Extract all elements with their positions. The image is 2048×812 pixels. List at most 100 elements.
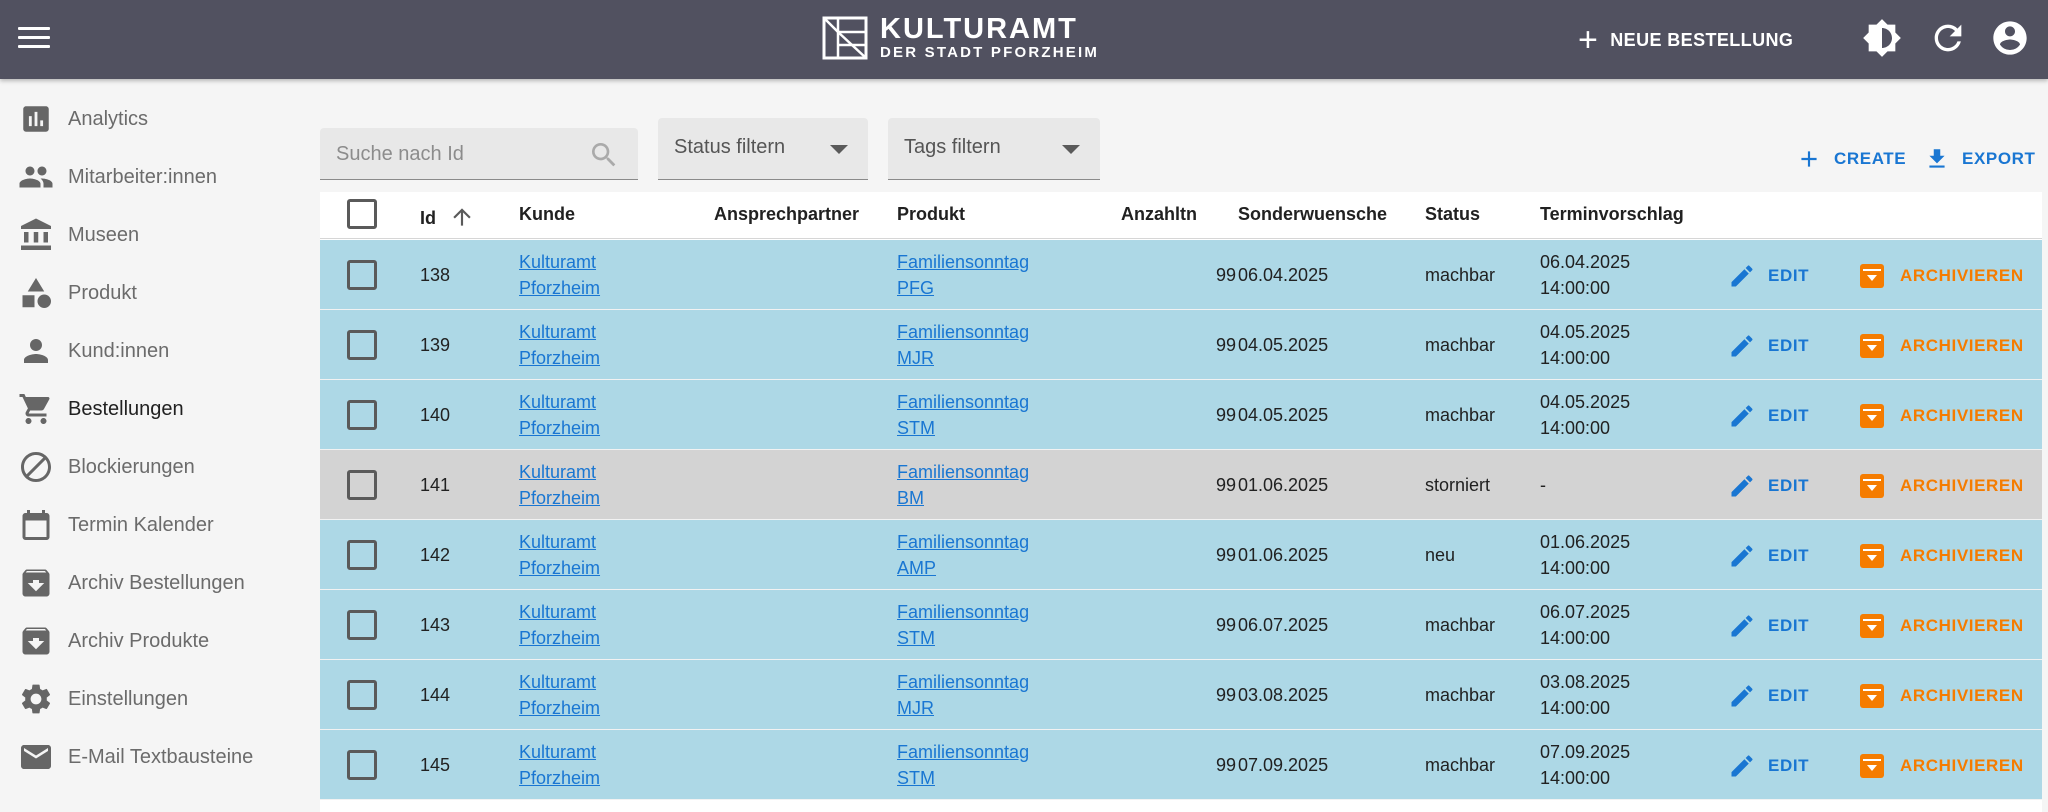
- column-header-kunde[interactable]: Kunde: [519, 204, 575, 225]
- sidebar-item-analytics[interactable]: Analytics: [0, 90, 318, 148]
- termin-cell: 03.08.2025 14:00:00: [1540, 672, 1631, 718]
- archive-label: ARCHIVIEREN: [1900, 546, 2024, 565]
- sidebar-item-kundinnen[interactable]: Kund:innen: [0, 322, 318, 380]
- row-checkbox[interactable]: [347, 540, 377, 570]
- anzahl-cell: 99: [1215, 475, 1236, 495]
- edit-button[interactable]: EDIT: [1728, 401, 1809, 431]
- sidebar-item-einstellungen[interactable]: Einstellungen: [0, 670, 318, 728]
- pencil-icon: [1731, 475, 1753, 497]
- account-icon[interactable]: [1990, 18, 2030, 58]
- column-header-sonderwuensche[interactable]: Sonderwuensche: [1238, 204, 1387, 225]
- edit-label: EDIT: [1768, 686, 1810, 705]
- column-header-terminvorschlag[interactable]: Terminvorschlag: [1540, 204, 1684, 225]
- search-icon[interactable]: [588, 139, 620, 176]
- export-label: EXPORT: [1962, 149, 2036, 168]
- row-checkbox[interactable]: [347, 680, 377, 710]
- column-header-id[interactable]: Id: [420, 204, 475, 230]
- kulturamt-logo-icon: [822, 16, 868, 60]
- sidebar-item-email-textbausteine[interactable]: E-Mail Textbausteine: [0, 728, 318, 786]
- sidebar-item-museen[interactable]: Museen: [0, 206, 318, 264]
- sonderwuensche-cell: 07.09.2025: [1238, 755, 1329, 775]
- archive-button[interactable]: ARCHIVIEREN: [1860, 751, 2024, 781]
- row-checkbox[interactable]: [347, 400, 377, 430]
- produkt-link[interactable]: Familiensonntag MJR: [897, 669, 1029, 721]
- search-input[interactable]: [336, 140, 576, 168]
- table-row: 142 Kulturamt Pforzheim Familiensonntag AM…: [320, 520, 2042, 590]
- status-cell: machbar: [1425, 265, 1496, 285]
- row-checkbox[interactable]: [347, 260, 377, 290]
- kunde-link[interactable]: Kulturamt Pforzheim: [519, 459, 600, 511]
- tags-filter-select[interactable]: Tags filtern: [888, 118, 1100, 180]
- kunde-link[interactable]: Kulturamt Pforzheim: [519, 599, 600, 651]
- produkt-link[interactable]: Familiensonntag PFG: [897, 249, 1029, 301]
- sonderwuensche-cell: 01.06.2025: [1238, 475, 1329, 495]
- brightness-icon[interactable]: [1862, 18, 1902, 58]
- status-filter-select[interactable]: Status filtern: [658, 118, 868, 180]
- block-icon: [18, 449, 54, 485]
- sidebar-item-mitarbeiter[interactable]: Mitarbeiter:innen: [0, 148, 318, 206]
- edit-button[interactable]: EDIT: [1728, 541, 1809, 571]
- anzahl-cell: 99: [1215, 755, 1236, 775]
- kunde-link[interactable]: Kulturamt Pforzheim: [519, 249, 600, 301]
- kunde-link[interactable]: Kulturamt Pforzheim: [519, 529, 600, 581]
- kunde-link[interactable]: Kulturamt Pforzheim: [519, 389, 600, 441]
- sidebar-item-label: Kund:innen: [68, 339, 170, 362]
- sidebar-item-archiv-produkte[interactable]: Archiv Produkte: [0, 612, 318, 670]
- people-icon: [18, 159, 54, 195]
- produkt-link[interactable]: Familiensonntag MJR: [897, 319, 1029, 371]
- status-cell: machbar: [1425, 685, 1496, 705]
- id-cell: 143: [420, 615, 451, 635]
- kunde-link[interactable]: Kulturamt Pforzheim: [519, 739, 600, 791]
- sidebar-item-bestellungen[interactable]: Bestellungen: [0, 380, 318, 438]
- produkt-link[interactable]: Familiensonntag STM: [897, 739, 1029, 791]
- column-header-produkt[interactable]: Produkt: [897, 204, 965, 225]
- row-checkbox[interactable]: [347, 610, 377, 640]
- create-button[interactable]: CREATE: [1796, 144, 1906, 174]
- archive-label: ARCHIVIEREN: [1900, 476, 2024, 495]
- produkt-link[interactable]: Familiensonntag AMP: [897, 529, 1029, 581]
- archive-icon: [18, 565, 54, 601]
- archive-icon: [1860, 264, 1884, 288]
- edit-button[interactable]: EDIT: [1728, 261, 1809, 291]
- column-header-ansprechpartner[interactable]: Ansprechpartner: [714, 204, 859, 225]
- edit-label: EDIT: [1768, 336, 1810, 355]
- export-button[interactable]: EXPORT: [1924, 144, 2036, 174]
- edit-button[interactable]: EDIT: [1728, 331, 1809, 361]
- sidebar-item-produkt[interactable]: Produkt: [0, 264, 318, 322]
- anzahl-cell: 99: [1215, 405, 1236, 425]
- edit-button[interactable]: EDIT: [1728, 611, 1809, 641]
- produkt-link[interactable]: Familiensonntag STM: [897, 599, 1029, 651]
- download-icon: [1929, 149, 1945, 168]
- produkt-link[interactable]: Familiensonntag STM: [897, 389, 1029, 441]
- edit-button[interactable]: EDIT: [1728, 681, 1809, 711]
- kunde-link[interactable]: Kulturamt Pforzheim: [519, 669, 600, 721]
- edit-button[interactable]: EDIT: [1728, 751, 1809, 781]
- refresh-icon[interactable]: [1928, 18, 1968, 58]
- row-checkbox[interactable]: [347, 330, 377, 360]
- archive-button[interactable]: ARCHIVIEREN: [1860, 681, 2024, 711]
- status-filter-label: Status filtern: [674, 136, 786, 158]
- sidebar-item-termin-kalender[interactable]: Termin Kalender: [0, 496, 318, 554]
- table-row: 143 Kulturamt Pforzheim Familiensonntag ST…: [320, 590, 2042, 660]
- edit-button[interactable]: EDIT: [1728, 471, 1809, 501]
- table-row: 145 Kulturamt Pforzheim Familiensonntag ST…: [320, 730, 2042, 800]
- table-row: 141 Kulturamt Pforzheim Familiensonntag BM…: [320, 450, 2042, 520]
- sidebar-item-archiv-bestellungen[interactable]: Archiv Bestellungen: [0, 554, 318, 612]
- column-header-status[interactable]: Status: [1425, 204, 1480, 225]
- new-order-button[interactable]: + NEUE BESTELLUNG: [1578, 20, 1793, 60]
- archive-button[interactable]: ARCHIVIEREN: [1860, 471, 2024, 501]
- column-header-anzahl[interactable]: Anzahltn: [1121, 204, 1197, 225]
- row-checkbox[interactable]: [347, 750, 377, 780]
- archive-button[interactable]: ARCHIVIEREN: [1860, 331, 2024, 361]
- archive-button[interactable]: ARCHIVIEREN: [1860, 401, 2024, 431]
- archive-button[interactable]: ARCHIVIEREN: [1860, 611, 2024, 641]
- sidebar-item-blockierungen[interactable]: Blockierungen: [0, 438, 318, 496]
- menu-icon[interactable]: [18, 21, 56, 57]
- archive-button[interactable]: ARCHIVIEREN: [1860, 261, 2024, 291]
- chevron-down-icon: [830, 145, 848, 154]
- kunde-link[interactable]: Kulturamt Pforzheim: [519, 319, 600, 371]
- row-checkbox[interactable]: [347, 470, 377, 500]
- produkt-link[interactable]: Familiensonntag BM: [897, 459, 1029, 511]
- select-all-checkbox[interactable]: [347, 199, 377, 229]
- archive-button[interactable]: ARCHIVIEREN: [1860, 541, 2024, 571]
